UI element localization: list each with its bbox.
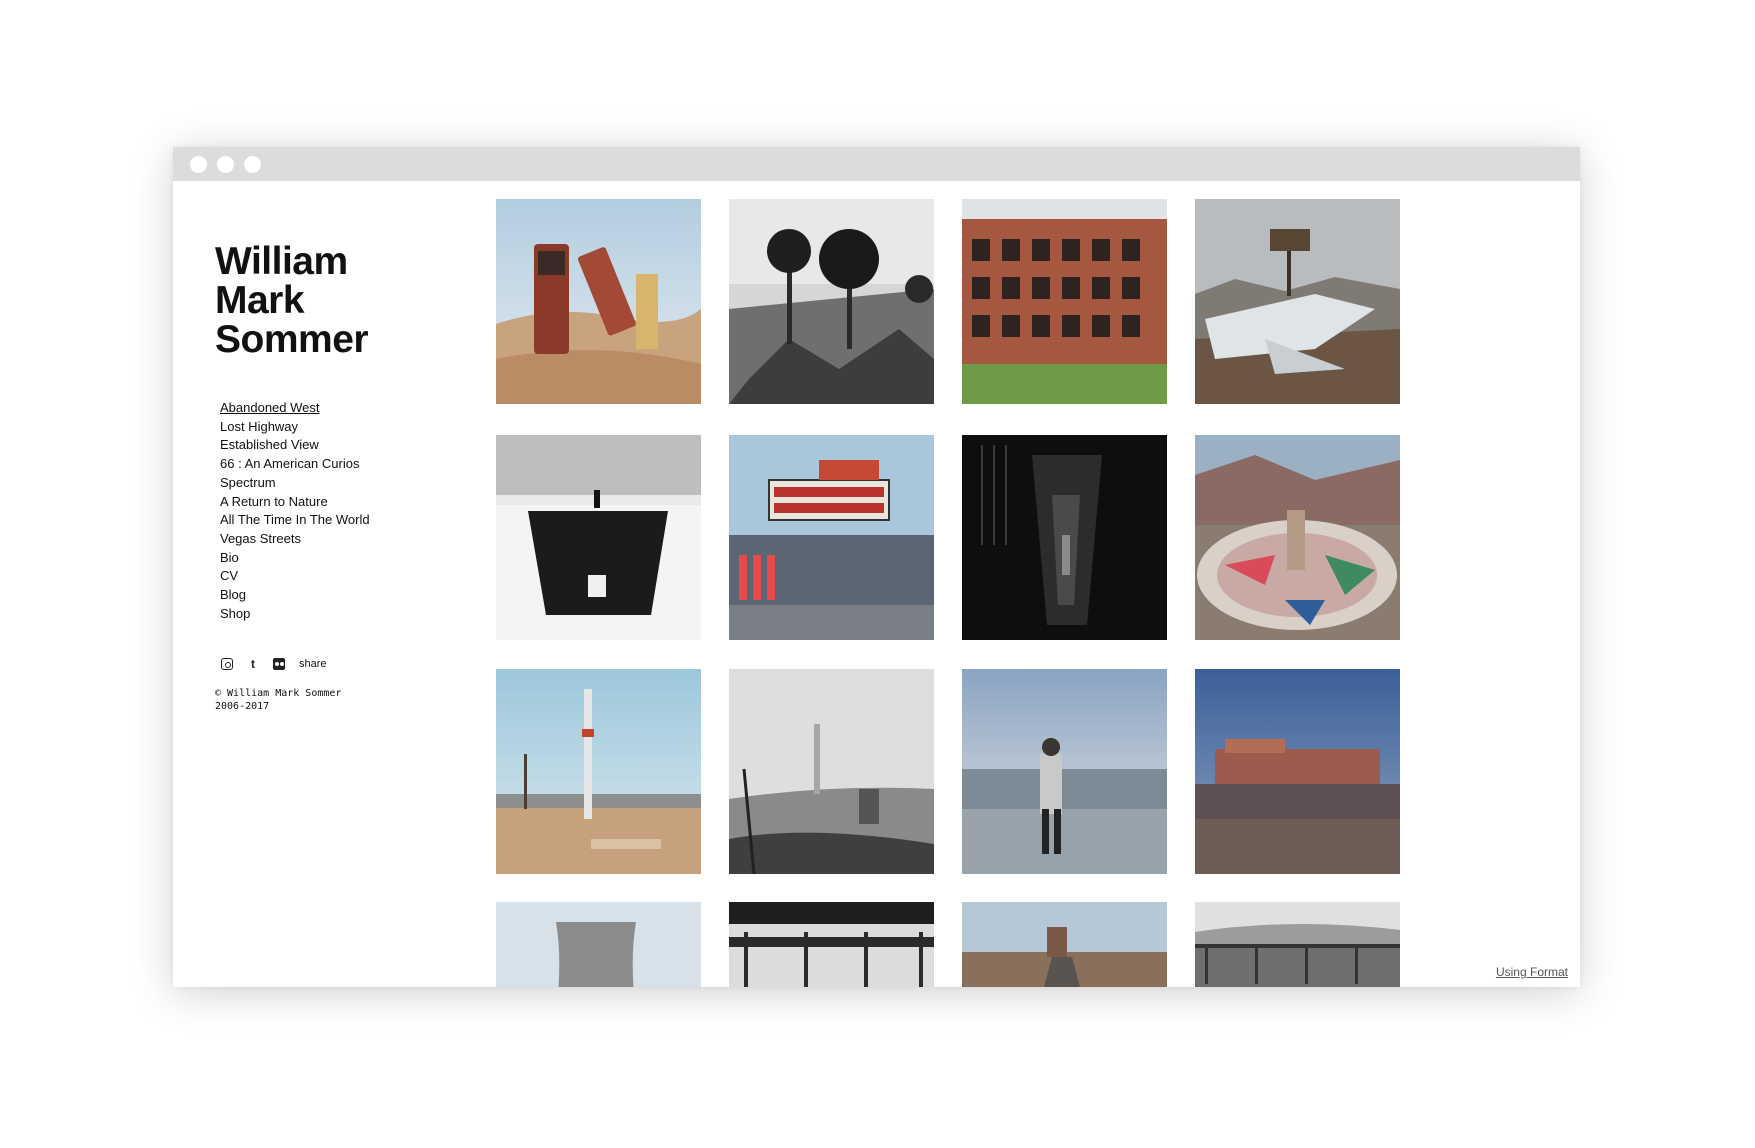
nav-item-vegas-streets[interactable]: Vegas Streets — [220, 530, 370, 549]
photo-image — [496, 669, 701, 874]
photo-image — [962, 902, 1167, 987]
nav-item-spectrum[interactable]: Spectrum — [220, 474, 370, 493]
photo-thumbnail-cooling-tower[interactable] — [496, 902, 701, 987]
site-title-line: Sommer — [215, 318, 369, 361]
nav-item-66-american-curios[interactable]: 66 : An American Curios — [220, 455, 370, 474]
nav-item-all-the-time[interactable]: All The Time In The World — [220, 511, 370, 530]
nav-item-abandoned-west[interactable]: Abandoned West — [220, 399, 370, 418]
photo-thumbnail-stacked-cars[interactable] — [496, 199, 701, 404]
nav-item-lost-highway[interactable]: Lost Highway — [220, 418, 370, 437]
photo-thumbnail-palm-trees[interactable] — [729, 199, 934, 404]
photo-image — [962, 669, 1167, 874]
photo-thumbnail-sign-post[interactable] — [496, 669, 701, 874]
photo-thumbnail-metal-structure[interactable] — [729, 902, 934, 987]
photo-image — [496, 199, 701, 404]
nav-item-cv[interactable]: CV — [220, 567, 370, 586]
photo-image — [496, 902, 701, 987]
photo-thumbnail-road-arch[interactable] — [962, 902, 1167, 987]
photo-image — [1195, 902, 1400, 987]
photo-thumbnail-theatre-marquee[interactable] — [729, 435, 934, 640]
photo-image — [1195, 435, 1400, 640]
photo-image — [962, 199, 1167, 404]
site-title-line: William — [215, 240, 348, 283]
window-dot-icon[interactable] — [244, 156, 261, 173]
photo-image — [729, 902, 934, 987]
photo-thumbnail-abandoned-hotel[interactable] — [962, 199, 1167, 404]
nav-item-return-to-nature[interactable]: A Return to Nature — [220, 493, 370, 512]
photo-image — [1195, 199, 1400, 404]
nav-item-shop[interactable]: Shop — [220, 605, 370, 624]
tumblr-icon[interactable]: t — [247, 658, 259, 670]
main-nav: Abandoned West Lost Highway Established … — [220, 399, 370, 623]
browser-window: William Mark Sommer Abandoned West Lost … — [173, 147, 1580, 987]
photo-thumbnail-painted-circle[interactable] — [1195, 435, 1400, 640]
photo-image — [1195, 669, 1400, 874]
photo-thumbnail-fence-landscape[interactable] — [1195, 902, 1400, 987]
flickr-icon[interactable] — [273, 658, 285, 670]
photo-thumbnail-building-dusk[interactable] — [1195, 669, 1400, 874]
social-links: t share — [221, 656, 327, 672]
photo-image — [729, 435, 934, 640]
copyright: © William Mark Sommer 2006-2017 — [215, 687, 341, 713]
nav-item-blog[interactable]: Blog — [220, 586, 370, 605]
page-content: William Mark Sommer Abandoned West Lost … — [173, 181, 1580, 987]
copyright-line: © William Mark Sommer — [215, 688, 342, 699]
photo-thumbnail-bridge-fog[interactable] — [729, 669, 934, 874]
nav-item-bio[interactable]: Bio — [220, 549, 370, 568]
instagram-icon[interactable] — [221, 658, 233, 670]
window-dot-icon[interactable] — [190, 156, 207, 173]
share-link[interactable]: share — [299, 658, 327, 670]
site-title-line: Mark — [215, 279, 305, 322]
photo-thumbnail-skater-dusk[interactable] — [962, 669, 1167, 874]
site-title[interactable]: William Mark Sommer — [215, 242, 415, 359]
photo-thumbnail-snow-tunnel[interactable] — [496, 435, 701, 640]
photo-image — [962, 435, 1167, 640]
photo-image — [729, 669, 934, 874]
nav-item-established-view[interactable]: Established View — [220, 436, 370, 455]
photo-image — [729, 199, 934, 404]
browser-titlebar — [173, 147, 1580, 181]
window-dot-icon[interactable] — [217, 156, 234, 173]
photo-thumbnail-dark-corridor[interactable] — [962, 435, 1167, 640]
copyright-years: 2006-2017 — [215, 701, 270, 712]
using-format-link[interactable]: Using Format — [1496, 965, 1568, 979]
photo-thumbnail-crashed-plane[interactable] — [1195, 199, 1400, 404]
photo-image — [496, 435, 701, 640]
